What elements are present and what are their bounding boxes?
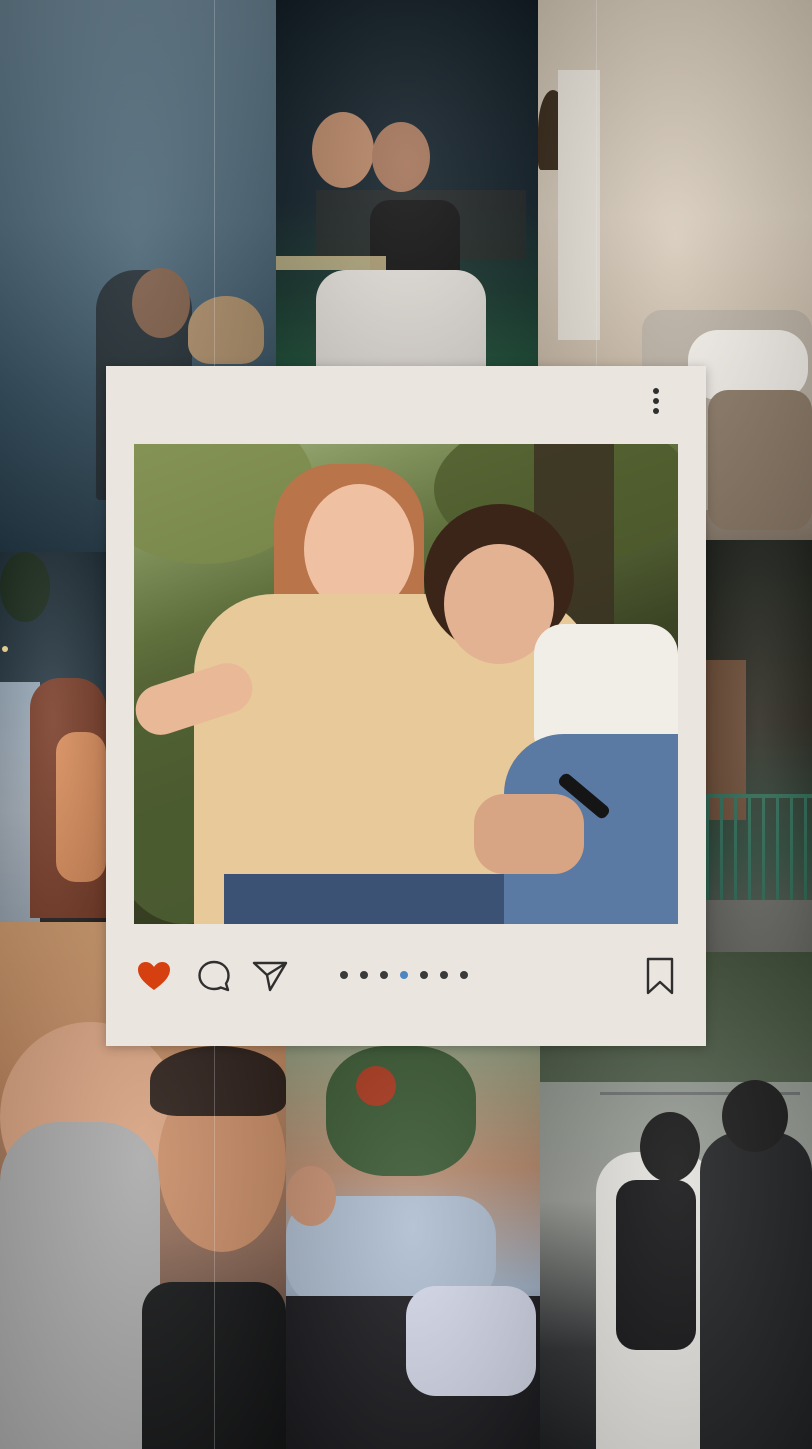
carousel-dot bbox=[360, 971, 368, 979]
bookmark-icon bbox=[646, 957, 674, 995]
paper-plane-icon bbox=[252, 961, 288, 992]
like-button[interactable] bbox=[134, 956, 174, 996]
vertical-dots-icon bbox=[653, 388, 659, 394]
collage-photo-balcony bbox=[706, 540, 812, 952]
carousel-dot-active bbox=[400, 971, 408, 979]
post-card bbox=[106, 366, 706, 1046]
collage-photo-lying-down bbox=[286, 1046, 540, 1449]
carousel-indicator bbox=[340, 971, 468, 981]
save-button[interactable] bbox=[640, 956, 680, 996]
comment-bubble-icon bbox=[198, 960, 230, 992]
share-button[interactable] bbox=[250, 956, 290, 996]
more-options-button[interactable] bbox=[644, 384, 668, 420]
carousel-dot bbox=[380, 971, 388, 979]
carousel-dot bbox=[440, 971, 448, 979]
collage-photo-piggyback bbox=[276, 0, 538, 366]
heart-icon bbox=[138, 962, 170, 990]
collage-photo-night-crowd bbox=[0, 552, 106, 922]
carousel-dot bbox=[460, 971, 468, 979]
post-photo[interactable] bbox=[134, 444, 678, 924]
comment-button[interactable] bbox=[194, 956, 234, 996]
carousel-dot bbox=[420, 971, 428, 979]
post-action-bar bbox=[134, 956, 678, 996]
carousel-dot bbox=[340, 971, 348, 979]
